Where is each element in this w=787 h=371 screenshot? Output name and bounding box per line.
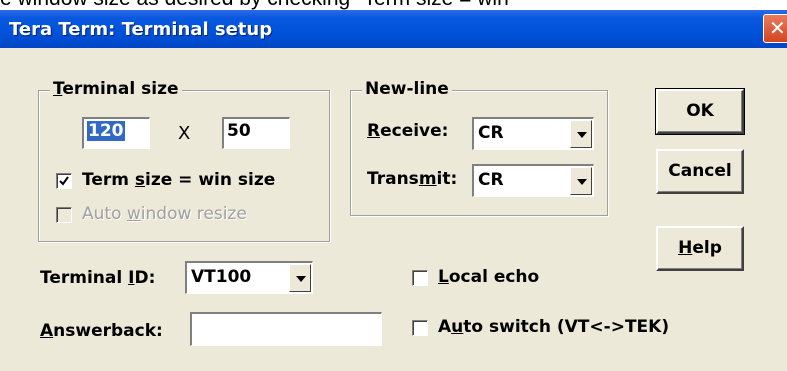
term-size-win-checkbox[interactable] xyxy=(56,173,72,189)
help-button[interactable]: Help xyxy=(656,226,744,271)
terminal-id-value: VT100 xyxy=(191,267,252,287)
cancel-button[interactable]: Cancel xyxy=(656,149,744,194)
auto-switch-checkbox[interactable] xyxy=(412,320,428,336)
background-caption: e window size as desired by checking "Te… xyxy=(0,0,787,10)
newline-legend: New-line xyxy=(362,79,452,99)
dialog-body: Terminal size 120 X 50 Term size = win s… xyxy=(0,48,787,371)
answerback-field[interactable] xyxy=(190,312,382,346)
chevron-down-icon[interactable] xyxy=(570,167,592,195)
newline-group xyxy=(350,90,608,216)
columns-field[interactable]: 120 xyxy=(82,117,150,149)
local-echo-checkbox[interactable] xyxy=(412,270,428,286)
close-button[interactable]: ✕ xyxy=(763,14,787,43)
terminal-id-label: Terminal ID: xyxy=(40,268,156,288)
rows-field[interactable]: 50 xyxy=(222,117,290,149)
auto-resize-checkbox[interactable] xyxy=(56,207,72,223)
auto-switch-label[interactable]: Auto switch (VT<->TEK) xyxy=(438,317,669,337)
receive-value: CR xyxy=(478,123,504,143)
receive-label: Receive: xyxy=(367,121,449,141)
transmit-select[interactable]: CR xyxy=(472,164,594,197)
terminal-id-select[interactable]: VT100 xyxy=(185,261,313,294)
close-icon: ✕ xyxy=(769,16,786,40)
window-title: Tera Term: Terminal setup xyxy=(9,19,273,40)
transmit-label: Transmit: xyxy=(367,169,458,189)
local-echo-label[interactable]: Local echo xyxy=(438,267,539,287)
receive-select[interactable]: CR xyxy=(472,117,594,150)
checkmark-icon xyxy=(59,176,69,186)
chevron-down-icon[interactable] xyxy=(289,264,311,292)
title-bar[interactable]: Tera Term: Terminal setup ✕ xyxy=(0,10,787,48)
transmit-value: CR xyxy=(478,170,504,190)
chevron-down-icon[interactable] xyxy=(570,120,592,148)
auto-resize-label: Auto window resize xyxy=(82,204,247,224)
ok-button[interactable]: OK xyxy=(655,88,745,135)
answerback-label: Answerback: xyxy=(40,321,163,341)
times-label: X xyxy=(178,123,191,144)
terminal-size-legend: Terminal size xyxy=(50,79,182,99)
term-size-win-label[interactable]: Term size = win size xyxy=(82,170,275,190)
